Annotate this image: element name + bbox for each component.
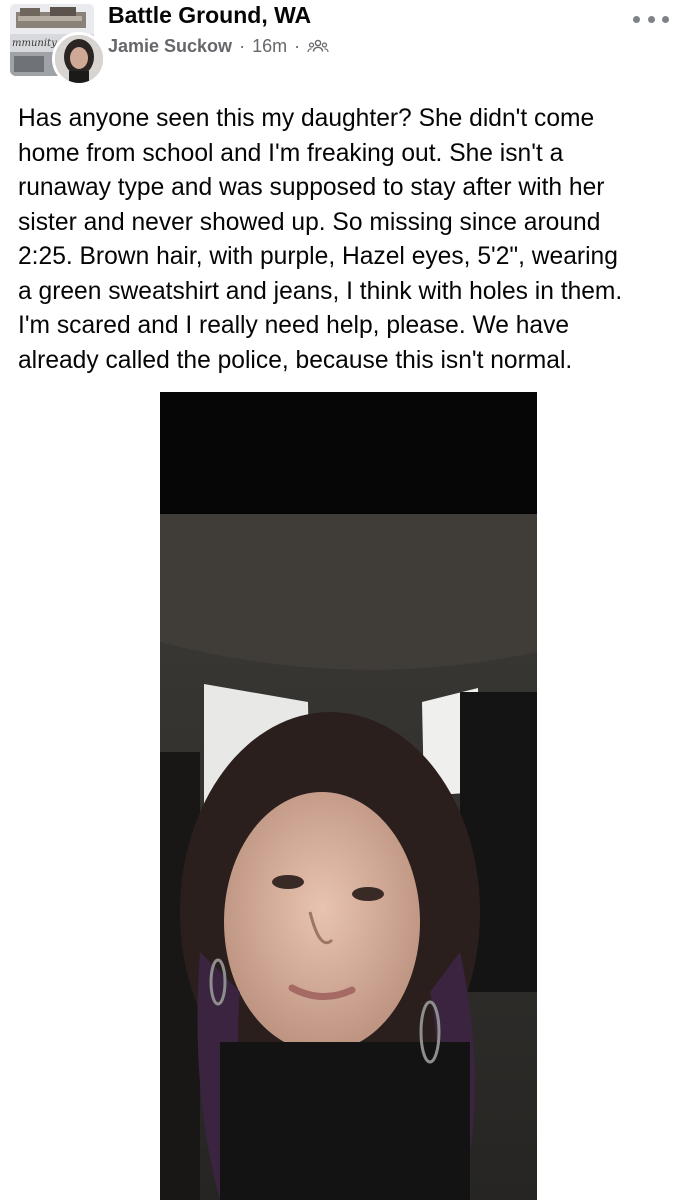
more-options-icon xyxy=(633,15,640,23)
author-avatar[interactable] xyxy=(52,32,106,86)
post-meta: Jamie Suckow · 16m · xyxy=(108,36,329,57)
group-name-link[interactable]: Battle Ground, WA xyxy=(108,2,311,29)
more-options-icon xyxy=(647,15,655,23)
author-name-link[interactable]: Jamie Suckow xyxy=(108,36,232,57)
post-timestamp[interactable]: 16m xyxy=(252,36,287,57)
post-body-text: Has anyone seen this my daughter? She di… xyxy=(18,105,623,374)
more-options-icon xyxy=(662,15,669,23)
meta-separator: · xyxy=(239,36,246,56)
meta-separator: · xyxy=(294,36,301,56)
post-header: mmunity P Battle Ground, WA Jamie Suckow… xyxy=(0,0,689,90)
more-options-button[interactable] xyxy=(633,10,669,28)
post-photo[interactable] xyxy=(160,392,537,1200)
group-members-icon xyxy=(307,39,329,55)
